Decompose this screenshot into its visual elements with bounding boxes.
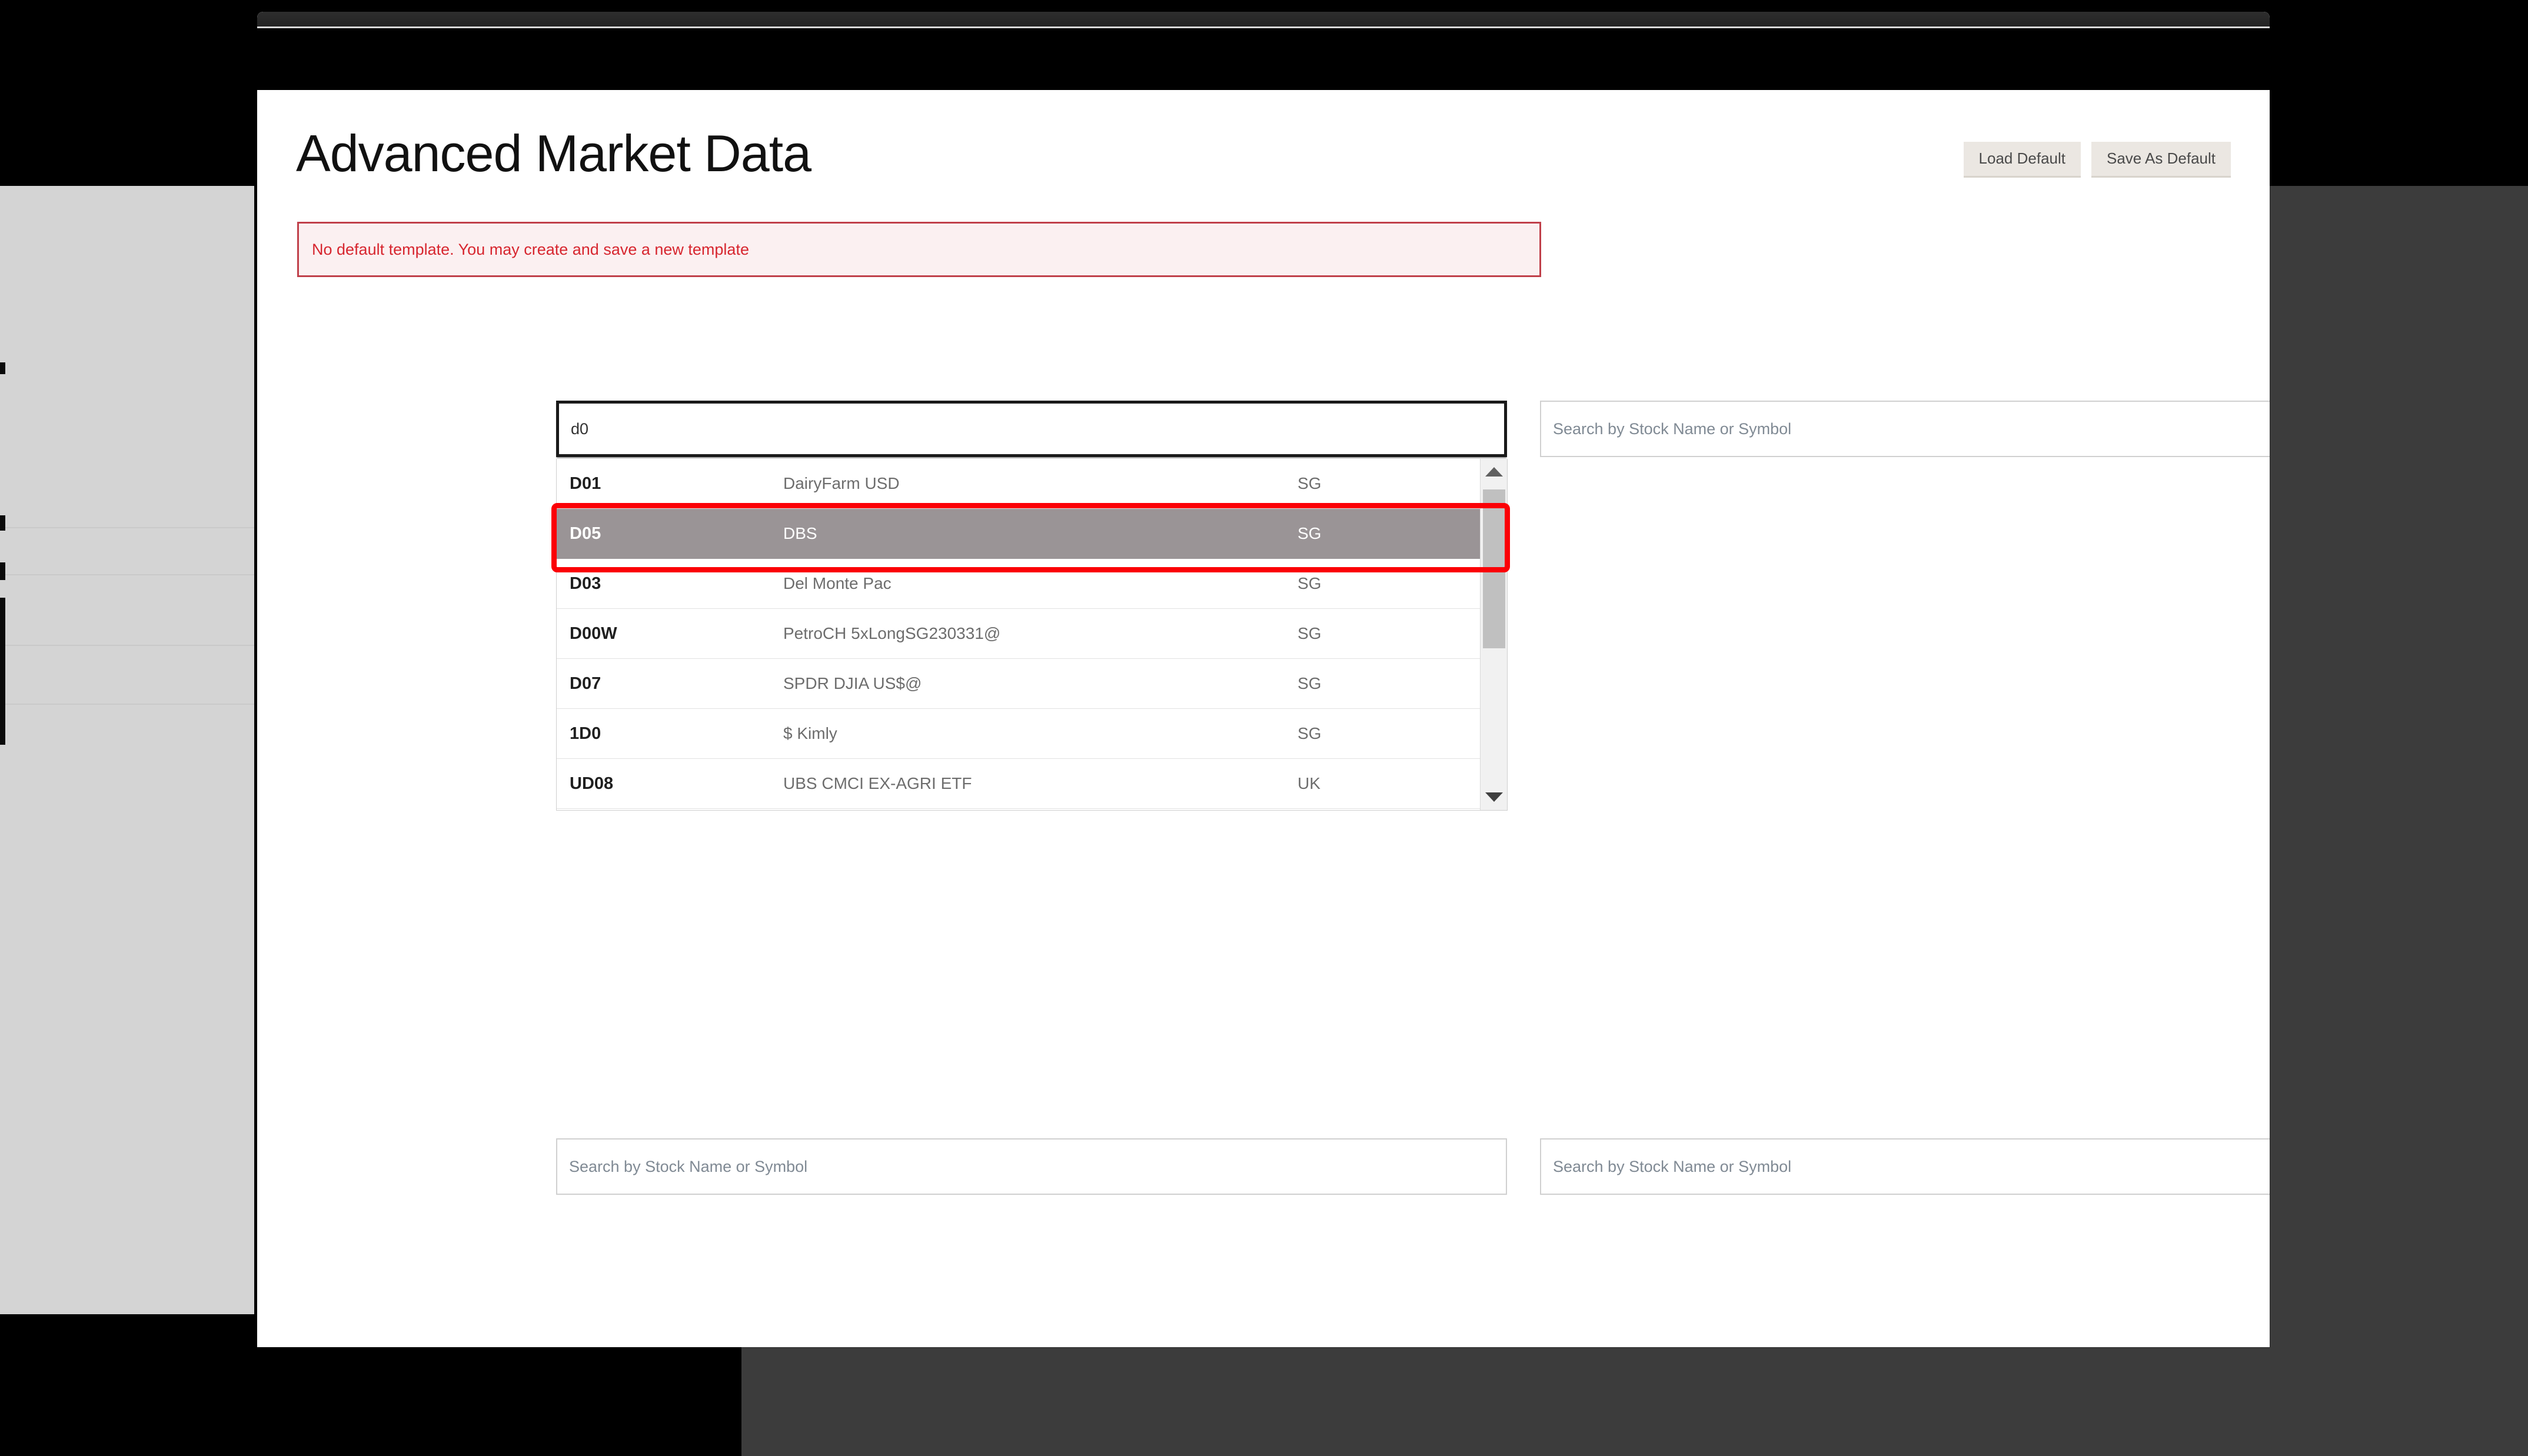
row-symbol: UD08 [570, 774, 614, 793]
autocomplete-row[interactable]: UD08 UBS CMCI EX-AGRI ETF UK [557, 759, 1480, 809]
autocomplete-row[interactable]: 1D0 $ Kimly SG [557, 709, 1480, 759]
row-market: UK [1298, 774, 1320, 792]
row-symbol: D07 [570, 674, 601, 693]
stock-search-input-bottom-right[interactable] [1540, 1138, 2270, 1195]
row-name: SPDR DJIA US$@ [783, 674, 922, 692]
page-surface: Advanced Market Data Load Default Save A… [257, 90, 2270, 1347]
autocomplete-list[interactable]: D01 DairyFarm USD SG D05 DBS SG D03 Del … [557, 459, 1480, 810]
screen-root: Advanced Market Data Load Default Save A… [0, 0, 2528, 1456]
row-name: $ Kimly [783, 724, 837, 742]
no-default-template-alert: No default template. You may create and … [297, 222, 1541, 277]
page-title: Advanced Market Data [296, 124, 811, 182]
autocomplete-row[interactable]: D03 Del Monte Pac SG [557, 559, 1480, 609]
top-left-field-wrap [556, 401, 1507, 457]
autocomplete-row[interactable]: D00W PetroCH 5xLongSG230331@ SG [557, 609, 1480, 659]
row-name: UBS CMCI EX-AGRI ETF [783, 774, 972, 792]
row-symbol: D05 [570, 524, 601, 543]
application-window: Advanced Market Data Load Default Save A… [257, 12, 2270, 1347]
bottom-right-field-wrap [1540, 1138, 2270, 1195]
top-right-field-wrap [1540, 401, 2270, 457]
top-search-row [257, 401, 2270, 459]
alert-message: No default template. You may create and … [312, 240, 749, 258]
row-name: Del Monte Pac [783, 574, 892, 592]
stock-search-input-top-left[interactable] [556, 401, 1507, 457]
window-chrome-band [257, 28, 2270, 90]
bottom-left-field-wrap [556, 1138, 1507, 1195]
row-market: SG [1298, 524, 1322, 542]
autocomplete-scrollbar[interactable] [1480, 459, 1507, 810]
row-market: SG [1298, 624, 1322, 642]
row-market: SG [1298, 724, 1322, 742]
scrollbar-thumb[interactable] [1483, 489, 1505, 648]
row-name: DairyFarm USD [783, 474, 900, 492]
row-market: SG [1298, 574, 1322, 592]
row-name: PetroCH 5xLongSG230331@ [783, 624, 1001, 642]
autocomplete-row-selected[interactable]: D05 DBS SG [557, 509, 1480, 559]
stock-autocomplete-dropdown[interactable]: D01 DairyFarm USD SG D05 DBS SG D03 Del … [556, 459, 1508, 811]
header-actions: Load Default Save As Default [1963, 142, 2231, 178]
row-market: SG [1298, 674, 1322, 692]
stock-search-input-top-right[interactable] [1540, 401, 2270, 457]
row-market: SG [1298, 474, 1322, 492]
scroll-up-arrow-icon[interactable] [1481, 459, 1507, 485]
bottom-search-row [257, 1138, 2270, 1197]
stock-search-input-bottom-left[interactable] [556, 1138, 1507, 1195]
page-header: Advanced Market Data Load Default Save A… [296, 123, 2231, 188]
desktop-backdrop-left [0, 186, 254, 1314]
autocomplete-row[interactable]: D07 SPDR DJIA US$@ SG [557, 659, 1480, 709]
scroll-down-arrow-icon[interactable] [1481, 784, 1507, 810]
row-symbol: D01 [570, 474, 601, 493]
autocomplete-row[interactable]: D01 DairyFarm USD SG [557, 459, 1480, 509]
save-as-default-button[interactable]: Save As Default [2091, 142, 2231, 178]
window-titlebar [257, 12, 2270, 28]
row-symbol: D00W [570, 624, 617, 643]
row-symbol: 1D0 [570, 724, 601, 743]
load-default-button[interactable]: Load Default [1963, 142, 2081, 178]
row-name: DBS [783, 524, 817, 542]
row-symbol: D03 [570, 574, 601, 593]
